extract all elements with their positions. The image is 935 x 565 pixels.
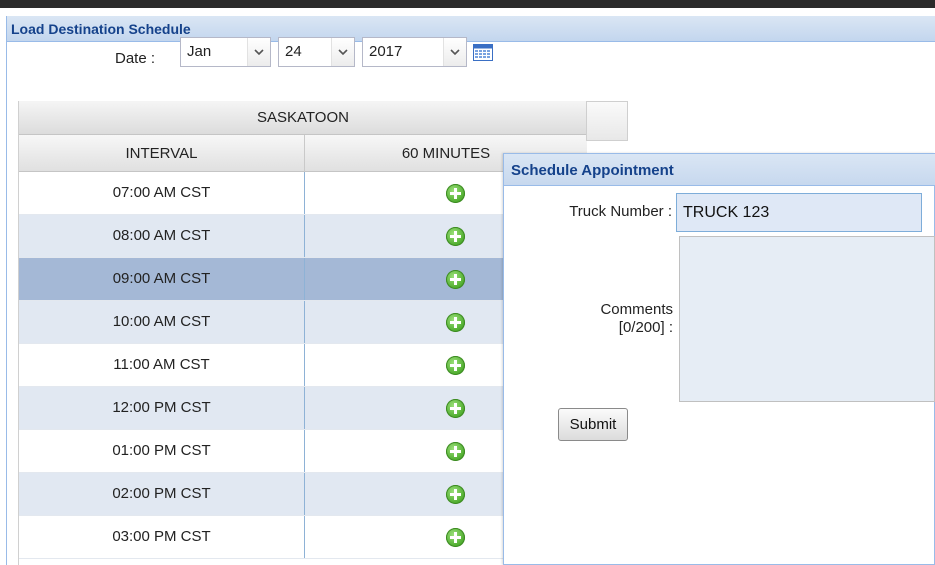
date-label: Date :: [115, 50, 156, 67]
interval-column-header[interactable]: INTERVAL: [19, 135, 305, 172]
year-select[interactable]: 2017: [362, 37, 467, 67]
dialog-title: Schedule Appointment: [504, 154, 935, 186]
schedule-appointment-dialog: Schedule Appointment Truck Number : Comm…: [503, 153, 935, 565]
add-icon[interactable]: [446, 227, 465, 246]
table-row-selected[interactable]: 09:00 AM CST: [19, 258, 587, 301]
comments-counter-label: [0/200] :: [618, 319, 673, 336]
chevron-down-icon[interactable]: [247, 38, 270, 66]
schedule-grid: SASKATOON INTERVAL 60 MINUTES 07:00 AM C…: [18, 101, 587, 565]
add-icon[interactable]: [446, 356, 465, 375]
grid-scrollbar[interactable]: [586, 101, 628, 141]
calendar-icon[interactable]: [473, 44, 493, 61]
top-bar: [0, 0, 935, 8]
add-icon[interactable]: [446, 184, 465, 203]
interval-cell: 03:00 PM CST: [19, 516, 305, 558]
interval-cell: 09:00 AM CST: [19, 258, 305, 300]
interval-cell: 02:00 PM CST: [19, 473, 305, 515]
truck-number-label: Truck Number :: [569, 203, 672, 220]
day-select[interactable]: 24: [278, 37, 355, 67]
comments-textarea[interactable]: [679, 236, 935, 402]
interval-cell: 11:00 AM CST: [19, 344, 305, 386]
table-row[interactable]: 02:00 PM CST: [19, 473, 587, 516]
comments-label: Comments: [600, 301, 673, 318]
month-value: Jan: [187, 43, 212, 60]
schedule-rows: 07:00 AM CST 08:00 AM CST 09:00 AM CST 1…: [19, 172, 587, 559]
interval-cell: 01:00 PM CST: [19, 430, 305, 472]
interval-cell: 08:00 AM CST: [19, 215, 305, 257]
table-row[interactable]: 12:00 PM CST: [19, 387, 587, 430]
add-icon[interactable]: [446, 313, 465, 332]
interval-cell: 10:00 AM CST: [19, 301, 305, 343]
month-select[interactable]: Jan: [180, 37, 271, 67]
add-icon[interactable]: [446, 485, 465, 504]
interval-cell: 12:00 PM CST: [19, 387, 305, 429]
year-value: 2017: [369, 43, 403, 60]
chevron-down-icon[interactable]: [443, 38, 466, 66]
add-icon[interactable]: [446, 270, 465, 289]
table-row[interactable]: 11:00 AM CST: [19, 344, 587, 387]
interval-cell: 07:00 AM CST: [19, 172, 305, 214]
submit-button[interactable]: Submit: [558, 408, 628, 441]
add-icon[interactable]: [446, 399, 465, 418]
add-icon[interactable]: [446, 442, 465, 461]
day-value: 24: [285, 43, 302, 60]
add-icon[interactable]: [446, 528, 465, 547]
table-row[interactable]: 03:00 PM CST: [19, 516, 587, 559]
table-row[interactable]: 07:00 AM CST: [19, 172, 587, 215]
table-row[interactable]: 10:00 AM CST: [19, 301, 587, 344]
table-row[interactable]: 01:00 PM CST: [19, 430, 587, 473]
panel-title: Load Destination Schedule: [7, 16, 935, 42]
table-row[interactable]: 08:00 AM CST: [19, 215, 587, 258]
truck-number-input[interactable]: [676, 193, 922, 232]
chevron-down-icon[interactable]: [331, 38, 354, 66]
location-header: SASKATOON: [19, 101, 587, 135]
